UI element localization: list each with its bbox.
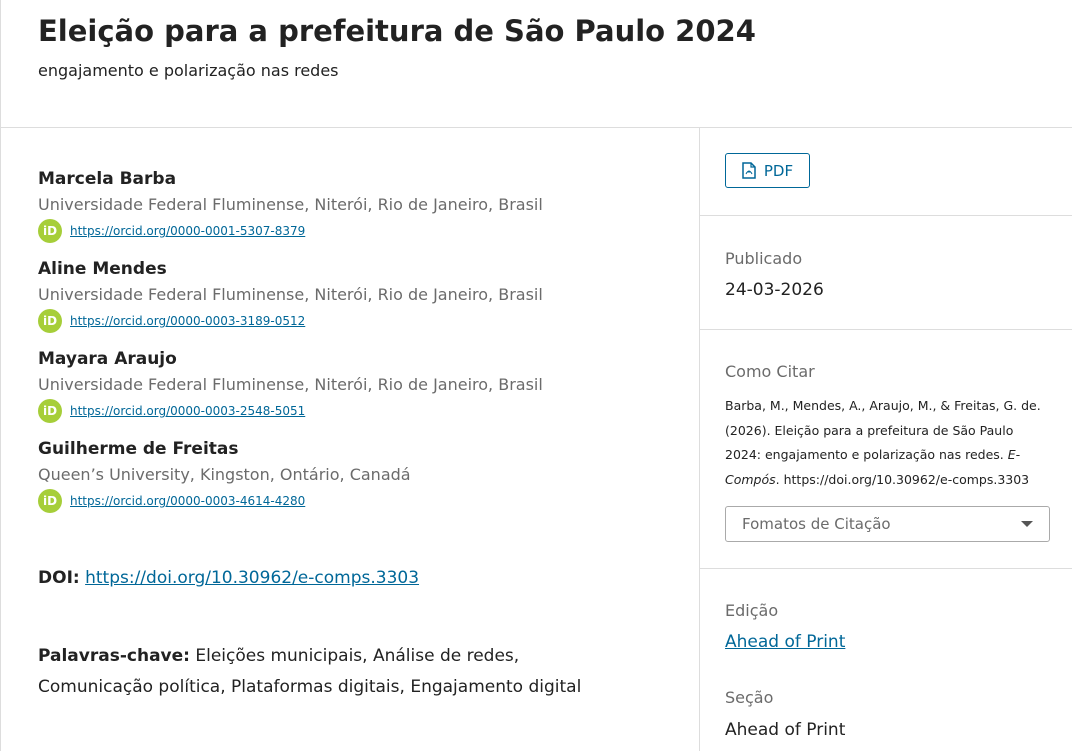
section-value: Ahead of Print: [725, 720, 846, 740]
orcid-link[interactable]: https://orcid.org/0000-0003-4614-4280: [70, 494, 305, 508]
sidebar-separator: [700, 215, 1072, 216]
section-label: Seção: [725, 688, 774, 707]
author-affiliation: Universidade Federal Fluminense, Niterói…: [38, 195, 543, 214]
cite-label: Como Citar: [725, 362, 815, 381]
citation-text: Barba, M., Mendes, A., Araujo, M., & Fre…: [725, 394, 1050, 492]
sidebar-separator: [700, 568, 1072, 569]
orcid-icon: iD: [38, 489, 62, 513]
issue-label: Edição: [725, 601, 779, 620]
page-title: Eleição para a prefeitura de São Paulo 2…: [38, 14, 756, 48]
doi-row: DOI: https://doi.org/10.30962/e-comps.33…: [38, 568, 419, 588]
orcid-icon: iD: [38, 399, 62, 423]
citation-formats-label: Fomatos de Citação: [742, 515, 891, 533]
pdf-button-label: PDF: [763, 161, 794, 180]
author-name: Mayara Araujo: [38, 349, 177, 369]
author-affiliation: Universidade Federal Fluminense, Niterói…: [38, 285, 543, 304]
author-affiliation: Universidade Federal Fluminense, Niterói…: [38, 375, 543, 394]
citation-body: Barba, M., Mendes, A., Araujo, M., & Fre…: [725, 398, 1041, 462]
author-entry: Guilherme de Freitas Queen’s University,…: [38, 436, 678, 526]
pdf-file-icon: [742, 162, 756, 179]
author-name: Guilherme de Freitas: [38, 439, 239, 459]
column-divider: [699, 128, 700, 751]
author-affiliation: Queen’s University, Kingston, Ontário, C…: [38, 465, 411, 484]
issue-link[interactable]: Ahead of Print: [725, 632, 845, 652]
author-name: Marcela Barba: [38, 169, 177, 189]
orcid-icon: iD: [38, 219, 62, 243]
published-label: Publicado: [725, 249, 803, 268]
article-header: Eleição para a prefeitura de São Paulo 2…: [0, 0, 1072, 128]
citation-formats-dropdown[interactable]: Fomatos de Citação: [725, 506, 1050, 542]
orcid-link[interactable]: https://orcid.org/0000-0001-5307-8379: [70, 224, 305, 238]
page-subtitle: engajamento e polarização nas redes: [38, 61, 339, 80]
author-name: Aline Mendes: [38, 259, 167, 279]
keywords-label: Palavras-chave:: [38, 646, 190, 666]
pdf-download-button[interactable]: PDF: [725, 153, 810, 188]
sidebar-separator: [700, 329, 1072, 330]
orcid-link[interactable]: https://orcid.org/0000-0003-3189-0512: [70, 314, 305, 328]
doi-link[interactable]: https://doi.org/10.30962/e-comps.3303: [85, 568, 419, 588]
keywords-block: Palavras-chave: Eleições municipais, Aná…: [38, 641, 638, 703]
published-date: 24-03-2026: [725, 280, 824, 300]
chevron-down-icon: [1021, 521, 1033, 527]
orcid-icon: iD: [38, 309, 62, 333]
citation-doi: . https://doi.org/10.30962/e-comps.3303: [775, 471, 1030, 487]
author-entry: Aline Mendes Universidade Federal Flumin…: [38, 256, 678, 346]
orcid-link[interactable]: https://orcid.org/0000-0003-2548-5051: [70, 404, 305, 418]
article-main: Marcela Barba Universidade Federal Flumi…: [38, 166, 678, 526]
author-entry: Mayara Araujo Universidade Federal Flumi…: [38, 346, 678, 436]
author-entry: Marcela Barba Universidade Federal Flumi…: [38, 166, 678, 256]
doi-label: DOI:: [38, 568, 80, 588]
